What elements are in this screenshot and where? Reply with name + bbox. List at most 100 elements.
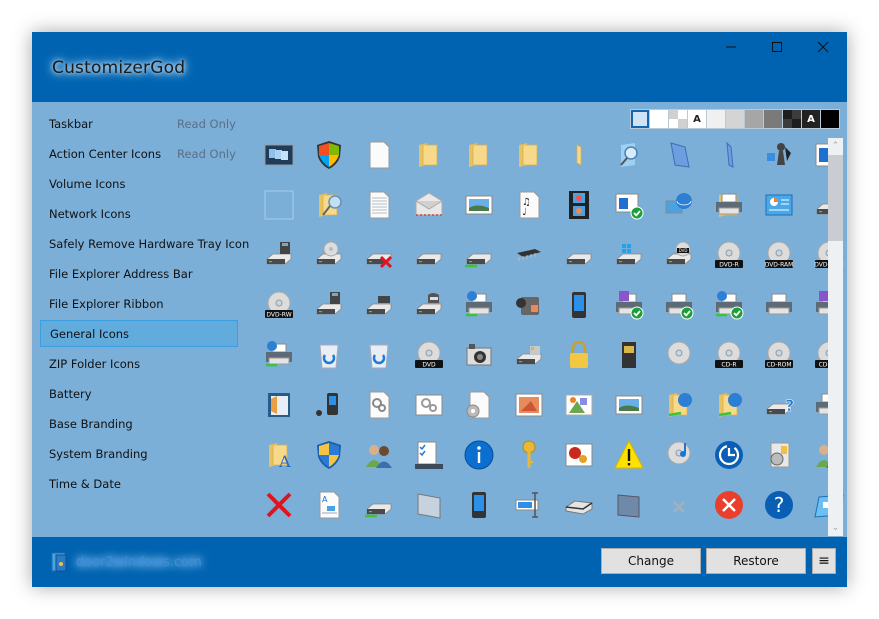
scroll-up-button[interactable]: ⌃ <box>828 138 843 154</box>
icon-cell[interactable] <box>460 138 498 176</box>
sidebar-item[interactable]: Taskbar Read Only <box>40 110 238 137</box>
icon-cell[interactable]: CD-R <box>710 338 748 376</box>
icon-cell[interactable] <box>760 138 798 176</box>
sidebar-item[interactable]: Network Icons <box>40 200 238 227</box>
swatch-text-on-light[interactable]: A <box>688 110 706 128</box>
icon-cell[interactable] <box>360 188 398 226</box>
icon-cell[interactable] <box>660 188 698 226</box>
swatch-white[interactable] <box>650 110 668 128</box>
icon-cell[interactable] <box>560 188 598 226</box>
icon-cell[interactable] <box>510 138 548 176</box>
icon-cell[interactable]: A <box>310 488 348 526</box>
icon-cell[interactable] <box>360 138 398 176</box>
icon-cell[interactable] <box>710 388 748 426</box>
swatch-gray[interactable] <box>745 110 763 128</box>
icon-cell[interactable] <box>260 488 298 526</box>
icon-cell[interactable] <box>610 388 648 426</box>
icon-cell[interactable] <box>610 138 648 176</box>
icon-cell[interactable] <box>460 238 498 276</box>
icon-cell[interactable]: DVD-RAM <box>760 238 798 276</box>
restore-button[interactable]: Restore <box>706 548 806 574</box>
icon-cell[interactable] <box>760 188 798 226</box>
close-button[interactable] <box>800 36 846 58</box>
icon-cell[interactable] <box>710 188 748 226</box>
swatch-dark-gray[interactable] <box>764 110 782 128</box>
icon-cell[interactable] <box>310 188 348 226</box>
icon-cell[interactable] <box>660 138 698 176</box>
icon-cell[interactable] <box>660 388 698 426</box>
sidebar-item[interactable]: Action Center Icons Read Only <box>40 140 238 167</box>
icon-cell[interactable] <box>360 388 398 426</box>
icon-cell[interactable] <box>360 238 398 276</box>
swatch-checker-light[interactable] <box>669 110 687 128</box>
swatch-checker-dark[interactable] <box>783 110 801 128</box>
icon-cell[interactable] <box>560 438 598 476</box>
icon-cell[interactable] <box>360 338 398 376</box>
icon-cell[interactable] <box>660 488 698 526</box>
icon-cell[interactable] <box>560 338 598 376</box>
icon-cell[interactable] <box>560 388 598 426</box>
icon-cell[interactable] <box>260 338 298 376</box>
icon-cell[interactable] <box>710 138 748 176</box>
icon-cell[interactable] <box>260 238 298 276</box>
icon-cell[interactable] <box>410 288 448 326</box>
icon-cell[interactable] <box>660 288 698 326</box>
icon-cell[interactable] <box>360 488 398 526</box>
icon-cell[interactable] <box>410 188 448 226</box>
swatch-light-gray[interactable] <box>726 110 744 128</box>
icon-cell[interactable] <box>610 438 648 476</box>
icon-cell[interactable]: ♫ ♩ <box>510 188 548 226</box>
change-button[interactable]: Change <box>601 548 701 574</box>
sidebar-item[interactable]: Battery <box>40 380 238 407</box>
icon-cell[interactable] <box>310 438 348 476</box>
minimize-button[interactable] <box>708 36 754 58</box>
icon-cell[interactable] <box>460 188 498 226</box>
icon-cell[interactable] <box>660 438 698 476</box>
icon-cell[interactable] <box>310 238 348 276</box>
icon-cell[interactable]: DVD-RW <box>260 288 298 326</box>
icon-cell[interactable] <box>310 138 348 176</box>
icon-cell[interactable] <box>410 488 448 526</box>
menu-button[interactable]: ≡ <box>812 548 836 574</box>
swatch-light-blue[interactable] <box>631 110 649 128</box>
icon-cell[interactable] <box>460 338 498 376</box>
icon-cell[interactable] <box>760 438 798 476</box>
icon-cell[interactable] <box>710 288 748 326</box>
sidebar-item[interactable]: ZIP Folder Icons <box>40 350 238 377</box>
icon-cell[interactable] <box>310 338 348 376</box>
icon-cell[interactable] <box>710 488 748 526</box>
icon-cell[interactable] <box>560 488 598 526</box>
sidebar-item[interactable]: Base Branding <box>40 410 238 437</box>
icon-cell[interactable] <box>460 438 498 476</box>
icon-cell[interactable]: CD-ROM <box>760 338 798 376</box>
icon-cell[interactable] <box>310 388 348 426</box>
icon-cell[interactable]: ? <box>760 488 798 526</box>
icon-cell[interactable] <box>660 338 698 376</box>
swatch-very-light-gray[interactable] <box>707 110 725 128</box>
icon-cell[interactable]: DVD <box>660 238 698 276</box>
icon-cell[interactable] <box>560 138 598 176</box>
sidebar-item[interactable]: General Icons <box>40 320 238 347</box>
icon-cell[interactable] <box>410 138 448 176</box>
icon-cell[interactable] <box>510 438 548 476</box>
sidebar-item[interactable]: Volume Icons <box>40 170 238 197</box>
brand-text[interactable]: door2windows.com <box>76 555 202 570</box>
swatch-text-on-dark[interactable]: A <box>802 110 820 128</box>
sidebar-item[interactable]: File Explorer Ribbon <box>40 290 238 317</box>
icon-cell[interactable] <box>360 438 398 476</box>
icon-cell[interactable] <box>310 288 348 326</box>
sidebar-item[interactable]: System Branding <box>40 440 238 467</box>
icon-cell[interactable] <box>260 138 298 176</box>
icon-cell[interactable] <box>360 288 398 326</box>
maximize-button[interactable] <box>754 36 800 58</box>
scroll-thumb[interactable] <box>828 155 843 241</box>
icon-cell[interactable] <box>610 288 648 326</box>
icon-cell[interactable] <box>610 488 648 526</box>
icon-cell[interactable] <box>410 238 448 276</box>
icon-cell[interactable]: DVD-R <box>710 238 748 276</box>
icon-cell[interactable] <box>460 288 498 326</box>
icon-cell[interactable] <box>610 338 648 376</box>
icon-cell[interactable] <box>610 188 648 226</box>
icon-cell[interactable] <box>410 438 448 476</box>
icon-cell[interactable] <box>510 338 548 376</box>
